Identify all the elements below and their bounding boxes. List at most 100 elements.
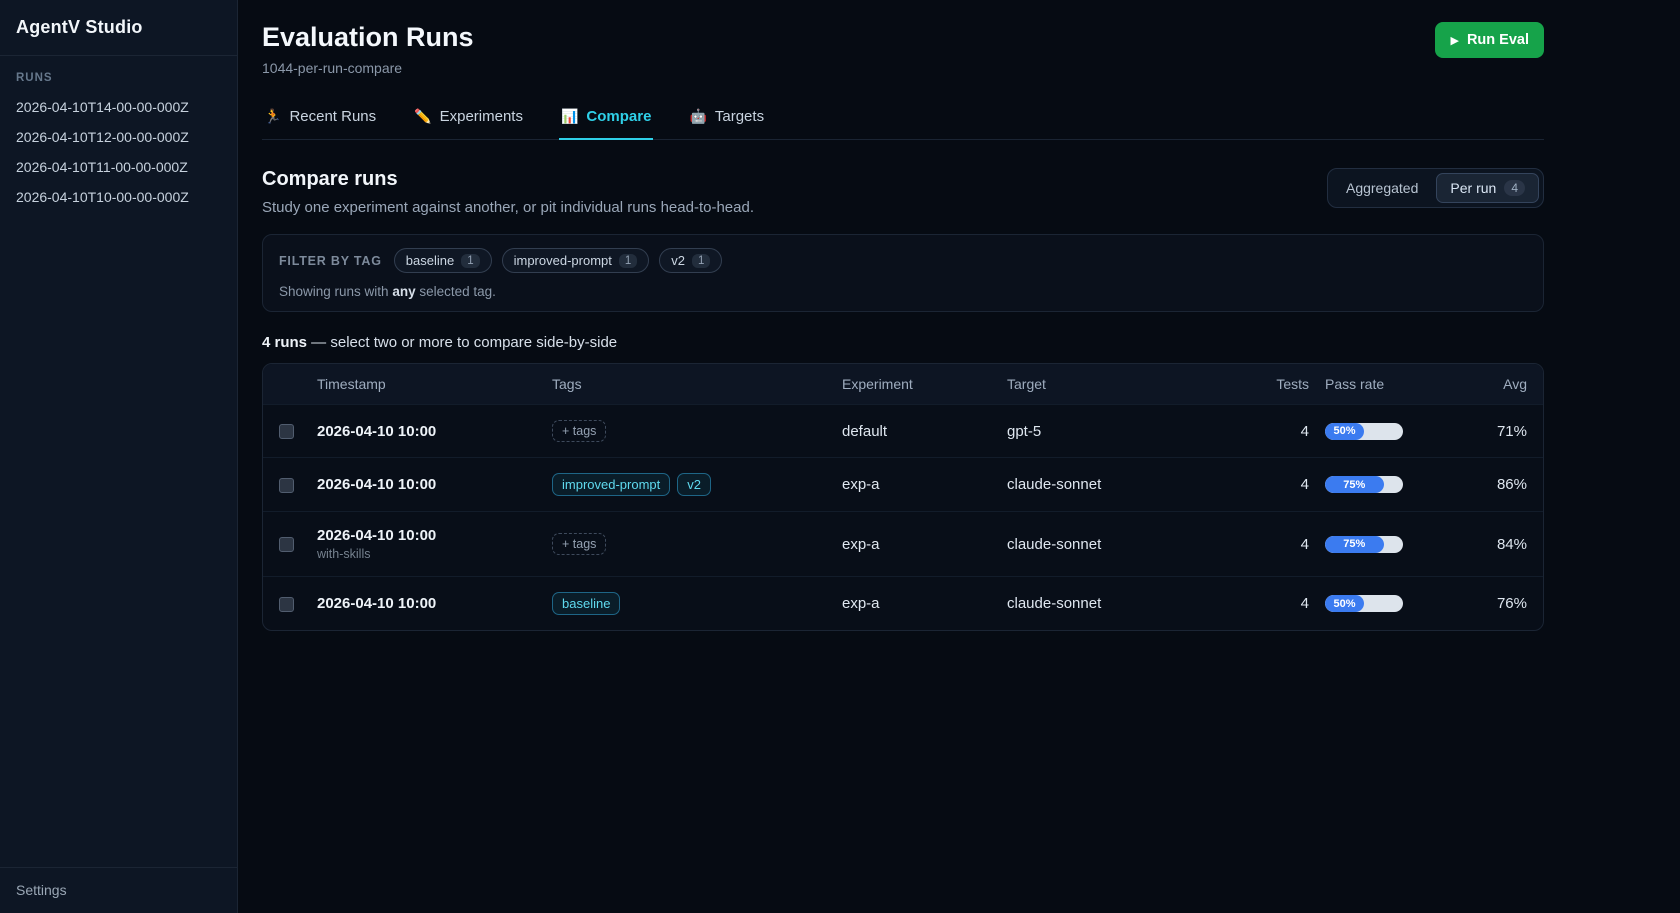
run-tag[interactable]: improved-prompt <box>552 473 670 496</box>
run-tests: 4 <box>1229 458 1317 512</box>
main-content: Evaluation Runs 1044-per-run-compare ▶ R… <box>238 0 1680 913</box>
filter-panel: FILTER BY TAG baseline 1 improved-prompt… <box>262 234 1544 312</box>
tab-label: Targets <box>715 108 764 125</box>
runs-summary-count: 4 runs <box>262 334 307 351</box>
run-eval-label: Run Eval <box>1467 32 1529 48</box>
sidebar-run-item[interactable]: 2026-04-10T10-00-00-000Z <box>0 182 237 212</box>
column-header-pass-rate: Pass rate <box>1317 364 1439 405</box>
filter-tag-count: 1 <box>619 254 637 268</box>
row-checkbox[interactable] <box>279 424 294 439</box>
tab-bar: 🏃 Recent Runs ✏️ Experiments 📊 Compare 🤖… <box>262 102 1544 140</box>
page-header: Evaluation Runs 1044-per-run-compare ▶ R… <box>262 22 1544 76</box>
filter-note-bold: any <box>392 284 415 299</box>
filter-tag-count: 1 <box>461 254 479 268</box>
compare-header: Compare runs Study one experiment agains… <box>262 168 1544 216</box>
pass-rate-fill: 75% <box>1325 536 1384 553</box>
tab-label: Recent Runs <box>289 108 376 125</box>
run-timestamp: 2026-04-10 10:00 <box>317 423 536 440</box>
toggle-per-run-label: Per run <box>1450 180 1496 196</box>
add-tags-button[interactable]: + tags <box>552 420 606 442</box>
filter-note: Showing runs with any selected tag. <box>279 284 1527 299</box>
filter-note-suffix: selected tag. <box>416 284 496 299</box>
row-checkbox[interactable] <box>279 537 294 552</box>
compare-title: Compare runs <box>262 168 754 191</box>
pass-rate-bar: 75% <box>1325 476 1403 493</box>
filter-tag-improved-prompt[interactable]: improved-prompt 1 <box>502 248 650 273</box>
run-experiment: default <box>834 405 999 458</box>
runs-summary: 4 runs — select two or more to compare s… <box>262 334 1544 351</box>
tab-targets[interactable]: 🤖 Targets <box>687 102 766 140</box>
toggle-aggregated[interactable]: Aggregated <box>1332 173 1432 203</box>
table-row[interactable]: 2026-04-10 10:00 with-skills + tags exp-… <box>263 512 1543 577</box>
sidebar-runs-label: RUNS <box>0 56 237 92</box>
filter-tag-label: improved-prompt <box>514 253 612 268</box>
play-icon: ▶ <box>1450 34 1458 47</box>
filter-tag-label: baseline <box>406 253 454 268</box>
pass-rate-fill: 50% <box>1325 423 1364 440</box>
run-tests: 4 <box>1229 405 1317 458</box>
pass-rate-bar: 50% <box>1325 595 1403 612</box>
settings-link[interactable]: Settings <box>16 882 67 898</box>
run-experiment: exp-a <box>834 458 999 512</box>
table-header-row: Timestamp Tags Experiment Target Tests P… <box>263 364 1543 405</box>
run-target: claude-sonnet <box>999 512 1229 577</box>
column-header-tags: Tags <box>544 364 834 405</box>
column-header-avg: Avg <box>1439 364 1543 405</box>
run-timestamp: 2026-04-10 10:00 <box>317 595 536 612</box>
row-checkbox[interactable] <box>279 478 294 493</box>
run-avg: 86% <box>1439 458 1543 512</box>
run-label: with-skills <box>317 547 536 561</box>
compare-header-text: Compare runs Study one experiment agains… <box>262 168 754 216</box>
app-root: AgentV Studio RUNS 2026-04-10T14-00-00-0… <box>0 0 1680 913</box>
run-tests: 4 <box>1229 512 1317 577</box>
filter-tag-v2[interactable]: v2 1 <box>659 248 722 273</box>
page-subtitle: 1044-per-run-compare <box>262 60 474 76</box>
per-run-count-badge: 4 <box>1504 180 1525 196</box>
pencil-icon: ✏️ <box>414 108 431 125</box>
filter-by-tag-label: FILTER BY TAG <box>279 254 382 268</box>
pass-rate-bar: 50% <box>1325 423 1403 440</box>
toggle-per-run[interactable]: Per run 4 <box>1436 173 1539 203</box>
pass-rate-label: 75% <box>1343 479 1365 491</box>
toggle-aggregated-label: Aggregated <box>1346 180 1418 196</box>
filter-tag-baseline[interactable]: baseline 1 <box>394 248 492 273</box>
column-header-tests: Tests <box>1229 364 1317 405</box>
pass-rate-label: 50% <box>1333 598 1355 610</box>
sidebar-run-item[interactable]: 2026-04-10T11-00-00-000Z <box>0 152 237 182</box>
pass-rate-fill: 50% <box>1325 595 1364 612</box>
tab-recent-runs[interactable]: 🏃 Recent Runs <box>262 102 378 140</box>
sidebar-run-item[interactable]: 2026-04-10T12-00-00-000Z <box>0 122 237 152</box>
column-header-timestamp: Timestamp <box>309 364 544 405</box>
filter-row: FILTER BY TAG baseline 1 improved-prompt… <box>279 248 1527 273</box>
run-tag[interactable]: v2 <box>677 473 711 496</box>
sidebar-footer: Settings <box>0 867 237 913</box>
row-checkbox[interactable] <box>279 597 294 612</box>
header-checkbox-spacer <box>263 364 309 405</box>
run-avg: 84% <box>1439 512 1543 577</box>
run-avg: 71% <box>1439 405 1543 458</box>
run-experiment: exp-a <box>834 577 999 631</box>
run-target: claude-sonnet <box>999 458 1229 512</box>
add-tags-button[interactable]: + tags <box>552 533 606 555</box>
table-row[interactable]: 2026-04-10 10:00 baseline exp-a claude-s… <box>263 577 1543 631</box>
tab-experiments[interactable]: ✏️ Experiments <box>412 102 525 140</box>
table-row[interactable]: 2026-04-10 10:00 + tags default gpt-5 4 … <box>263 405 1543 458</box>
pass-rate-bar: 75% <box>1325 536 1403 553</box>
view-mode-toggle: Aggregated Per run 4 <box>1327 168 1544 208</box>
sidebar-runs-list: 2026-04-10T14-00-00-000Z 2026-04-10T12-0… <box>0 92 237 867</box>
run-tag[interactable]: baseline <box>552 592 620 615</box>
pass-rate-label: 75% <box>1343 538 1365 550</box>
compare-subtitle: Study one experiment against another, or… <box>262 199 754 216</box>
run-tests: 4 <box>1229 577 1317 631</box>
run-eval-button[interactable]: ▶ Run Eval <box>1435 22 1544 58</box>
tab-compare[interactable]: 📊 Compare <box>559 102 653 140</box>
runs-summary-text: — select two or more to compare side-by-… <box>307 334 617 351</box>
bar-chart-icon: 📊 <box>561 108 578 125</box>
table-row[interactable]: 2026-04-10 10:00 improved-prompt v2 exp-a… <box>263 458 1543 512</box>
tab-label: Compare <box>586 108 651 125</box>
sidebar-run-item[interactable]: 2026-04-10T14-00-00-000Z <box>0 92 237 122</box>
tab-label: Experiments <box>440 108 523 125</box>
run-timestamp: 2026-04-10 10:00 <box>317 476 536 493</box>
sidebar-header: AgentV Studio <box>0 0 237 56</box>
column-header-experiment: Experiment <box>834 364 999 405</box>
